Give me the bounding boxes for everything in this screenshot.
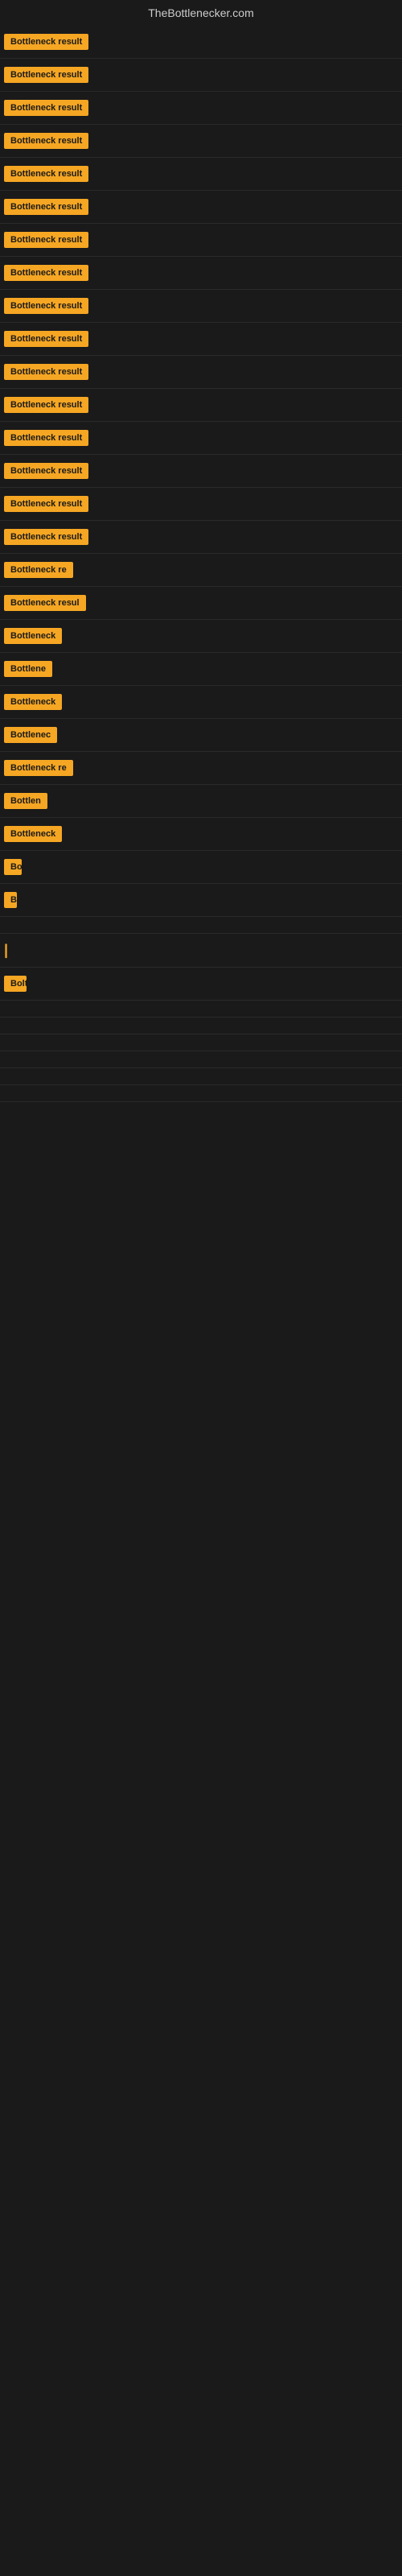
list-item: Bottlenec: [0, 719, 402, 752]
bottleneck-result-badge[interactable]: Bottleneck result: [4, 34, 88, 50]
list-item: [0, 1034, 402, 1051]
bottleneck-result-badge[interactable]: Bottleneck result: [4, 166, 88, 182]
list-item: Bottleneck result: [0, 26, 402, 59]
list-item: |: [0, 934, 402, 968]
list-item: Bottleneck result: [0, 356, 402, 389]
list-item: Bottleneck result: [0, 389, 402, 422]
list-item: Bottleneck: [0, 686, 402, 719]
bottleneck-result-badge[interactable]: Bottleneck result: [4, 199, 88, 215]
bottleneck-result-badge[interactable]: Bottleneck: [4, 826, 62, 842]
list-item: Bottleneck result: [0, 59, 402, 92]
list-item: Bottleneck result: [0, 521, 402, 554]
list-item: [0, 917, 402, 934]
site-title: TheBottlenecker.com: [0, 0, 402, 26]
list-item: Bottleneck result: [0, 455, 402, 488]
list-item: Bottleneck re: [0, 752, 402, 785]
bottleneck-result-badge[interactable]: Bottlene: [4, 661, 52, 677]
list-item: Bottleneck result: [0, 323, 402, 356]
bottleneck-result-badge[interactable]: Bottlen: [4, 793, 47, 809]
bottleneck-result-badge[interactable]: Bottleneck: [4, 628, 62, 644]
list-item: Bottleneck result: [0, 191, 402, 224]
bottleneck-result-badge[interactable]: Bo: [4, 859, 22, 875]
list-item: [0, 1068, 402, 1085]
list-item: Bottleneck re: [0, 554, 402, 587]
bottleneck-result-badge[interactable]: Bottleneck result: [4, 133, 88, 149]
list-item: [0, 1001, 402, 1018]
bottleneck-result-badge[interactable]: Bottleneck resul: [4, 595, 86, 611]
list-item: Bottleneck result: [0, 224, 402, 257]
bottleneck-result-badge[interactable]: Bottleneck result: [4, 463, 88, 479]
list-item: Bottleneck result: [0, 488, 402, 521]
list-item: Bottleneck result: [0, 92, 402, 125]
bottleneck-result-badge[interactable]: Bottleneck result: [4, 100, 88, 116]
bottleneck-result-badge[interactable]: B: [4, 892, 17, 908]
bottleneck-result-badge[interactable]: Bottleneck result: [4, 331, 88, 347]
bottleneck-result-badge[interactable]: Bottleneck result: [4, 265, 88, 281]
list-item: Bottleneck result: [0, 290, 402, 323]
bottleneck-result-badge[interactable]: Bottleneck re: [4, 760, 73, 776]
list-item: Bottleneck resul: [0, 587, 402, 620]
badges-container: Bottleneck result Bottleneck result Bottle…: [0, 26, 402, 1102]
list-item: B: [0, 884, 402, 917]
bottleneck-result-badge[interactable]: Bottleneck result: [4, 496, 88, 512]
list-item: Bottleneck: [0, 620, 402, 653]
list-item: Bottlene: [0, 653, 402, 686]
bottleneck-result-badge[interactable]: Bolt: [4, 976, 27, 992]
bottleneck-result-badge: |: [4, 942, 8, 959]
bottleneck-result-badge[interactable]: Bottleneck result: [4, 430, 88, 446]
bottleneck-result-badge[interactable]: Bottleneck result: [4, 298, 88, 314]
bottleneck-result-badge[interactable]: Bottleneck: [4, 694, 62, 710]
list-item: [0, 1018, 402, 1034]
list-item: Bottleneck result: [0, 422, 402, 455]
list-item: Bo: [0, 851, 402, 884]
list-item: [0, 1085, 402, 1102]
list-item: [0, 1051, 402, 1068]
bottleneck-result-badge[interactable]: Bottleneck result: [4, 397, 88, 413]
bottleneck-result-badge[interactable]: Bottleneck re: [4, 562, 73, 578]
list-item: Bolt: [0, 968, 402, 1001]
list-item: Bottleneck result: [0, 257, 402, 290]
bottleneck-result-badge[interactable]: Bottlenec: [4, 727, 57, 743]
bottleneck-result-badge[interactable]: Bottleneck result: [4, 232, 88, 248]
bottleneck-result-badge[interactable]: Bottleneck result: [4, 364, 88, 380]
bottleneck-result-badge[interactable]: Bottleneck result: [4, 67, 88, 83]
list-item: Bottleneck: [0, 818, 402, 851]
list-item: Bottlen: [0, 785, 402, 818]
bottleneck-result-badge[interactable]: Bottleneck result: [4, 529, 88, 545]
list-item: Bottleneck result: [0, 158, 402, 191]
list-item: Bottleneck result: [0, 125, 402, 158]
